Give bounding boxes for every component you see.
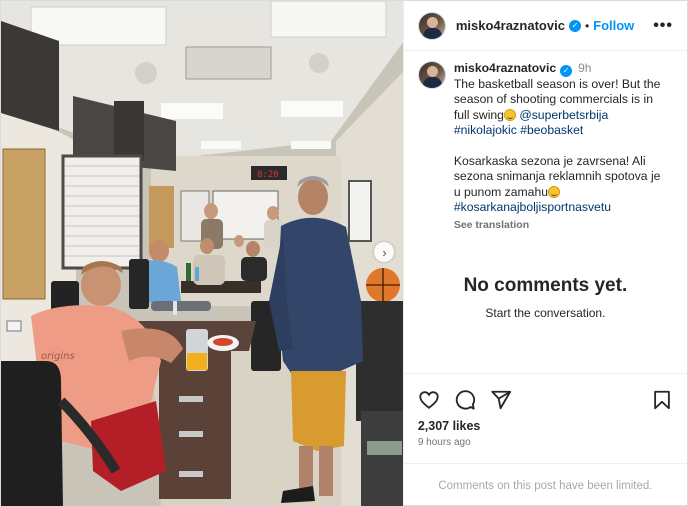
bookmark-icon[interactable] <box>651 389 673 411</box>
follow-button[interactable]: Follow <box>593 18 634 33</box>
post-side-panel: misko4raznatovic ✓ • Follow ••• misko4ra… <box>402 1 687 506</box>
post-photo[interactable]: 8:20 origins › <box>1 1 403 506</box>
verified-badge-icon: ✓ <box>560 64 573 77</box>
photo-scene: 8:20 origins <box>1 1 403 506</box>
more-options-icon[interactable]: ••• <box>653 17 673 35</box>
likes-count[interactable]: 2,307 likes <box>404 419 687 433</box>
svg-text:8:20: 8:20 <box>257 170 279 180</box>
caption: misko4raznatovic ✓ 9h The basketball seaso… <box>417 61 673 233</box>
action-bar <box>403 373 687 425</box>
grin-emoji-icon <box>548 185 561 198</box>
svg-text:origins: origins <box>41 351 75 362</box>
caption-paragraph-2: Kosarkaska sezona je zavrsena! Ali sezon… <box>454 154 669 216</box>
hashtags-line-1[interactable]: #nikolajokic #beobasket <box>454 123 583 137</box>
caption-body: misko4raznatovic ✓ 9h The basketball seaso… <box>454 61 669 233</box>
no-comments-subtitle: Start the conversation. <box>485 306 606 320</box>
empty-comments: No comments yet. Start the conversation. <box>404 275 687 320</box>
post-header: misko4raznatovic ✓ • Follow ••• <box>403 1 687 51</box>
paper-plane-icon[interactable] <box>490 389 512 411</box>
instagram-post: 8:20 origins › misko4raznatovic ✓ • Foll… <box>0 0 688 506</box>
separator-dot: • <box>584 18 590 33</box>
comments-limited-notice: Comments on this post have been limited. <box>403 463 687 506</box>
avatar[interactable] <box>417 11 446 40</box>
post-time[interactable]: 9h <box>578 61 591 75</box>
heart-icon[interactable] <box>418 389 440 411</box>
see-translation-link[interactable]: See translation <box>454 218 669 234</box>
comment-icon[interactable] <box>454 389 476 411</box>
grin-emoji-icon <box>503 108 516 121</box>
no-comments-title: No comments yet. <box>463 275 628 296</box>
hashtags-line-2[interactable]: #kosarkanajboljisportnasvetu <box>454 200 611 214</box>
caption-username[interactable]: misko4raznatovic <box>454 61 556 75</box>
mention-link[interactable]: @superbetsrbija <box>519 108 608 122</box>
verified-badge-icon: ✓ <box>568 19 581 32</box>
caption-avatar[interactable] <box>417 61 446 89</box>
posted-ago[interactable]: 9 hours ago <box>404 437 687 448</box>
caption-area: misko4raznatovic ✓ 9h The basketball seaso… <box>404 51 687 373</box>
header-username[interactable]: misko4raznatovic <box>456 18 565 33</box>
chevron-right-icon: › <box>382 244 387 260</box>
next-photo-button[interactable]: › <box>374 242 394 262</box>
